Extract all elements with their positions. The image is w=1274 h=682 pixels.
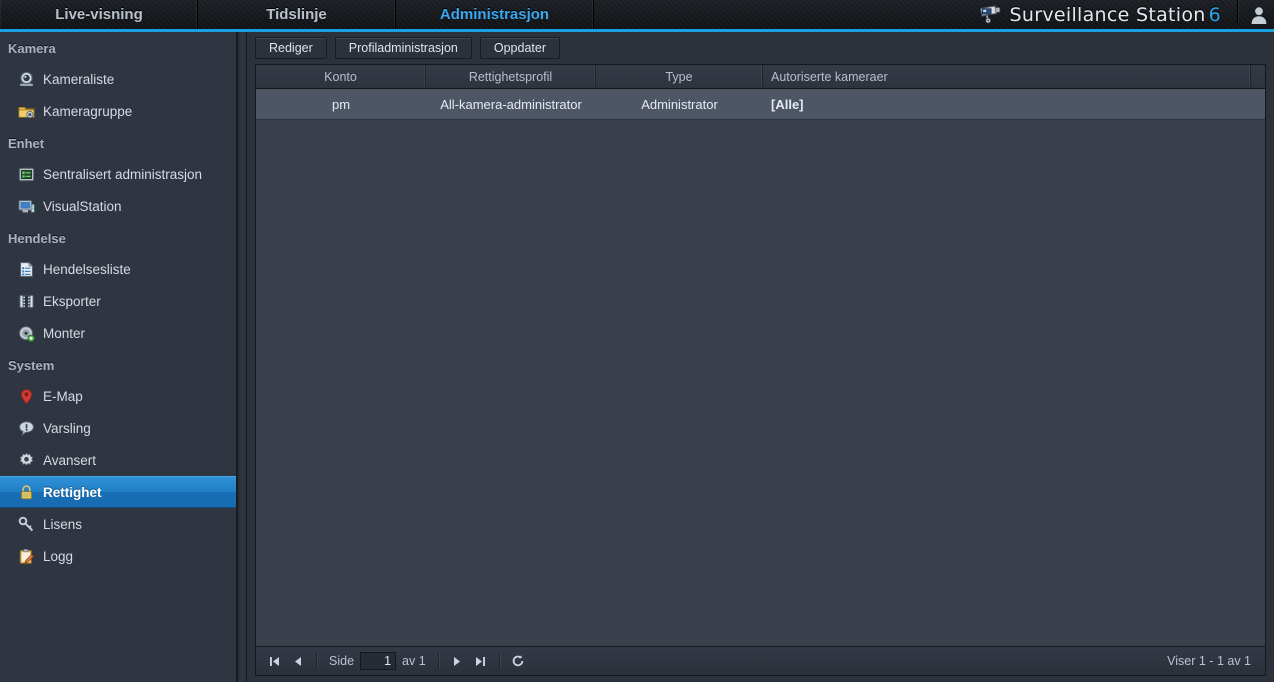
last-page-icon[interactable] xyxy=(469,650,493,672)
sidebar-item-varsling[interactable]: Varsling xyxy=(0,412,236,444)
header-divider xyxy=(1237,0,1238,22)
brand-version: 6 xyxy=(1208,3,1221,26)
top-navigation-bar: Live-visning Tidslinje Administrasjon Su… xyxy=(0,0,1274,32)
table-empty-area xyxy=(256,120,1265,646)
sidebar-item-rettighet[interactable]: Rettighet xyxy=(0,476,236,508)
sidebar-item-label: Kameraliste xyxy=(43,71,115,87)
content-panel: Rediger Profiladministrasjon Oppdater Ko… xyxy=(247,32,1274,682)
tab-label: Live-visning xyxy=(55,6,143,23)
sidebar-item-label: Logg xyxy=(43,548,74,564)
privileges-table: Konto Rettighetsprofil Type Autoriserte … xyxy=(255,64,1266,646)
edit-button[interactable]: Rediger xyxy=(255,37,327,59)
sidebar-item-kameragruppe[interactable]: Kameragruppe xyxy=(0,95,236,127)
server-list-icon xyxy=(18,166,35,183)
column-header-type[interactable]: Type xyxy=(596,65,763,88)
sidebar-item-hendelsesliste[interactable]: Hendelsesliste xyxy=(0,253,236,285)
sidebar-splitter[interactable] xyxy=(237,32,247,682)
page-number-input[interactable] xyxy=(360,652,397,670)
sidebar-item-label: Monter xyxy=(43,325,86,341)
user-account-button[interactable] xyxy=(1244,0,1274,32)
pager-divider xyxy=(316,653,317,669)
sidebar-item-label: Sentralisert administrasjon xyxy=(43,166,203,182)
sidebar-item-label: Avansert xyxy=(43,452,97,468)
tab-tidslinje[interactable]: Tidslinje xyxy=(198,0,396,29)
reload-icon[interactable] xyxy=(506,650,530,672)
tab-administrasjon[interactable]: Administrasjon xyxy=(396,0,594,29)
sidebar-item-sentralisert-administrasjon[interactable]: Sentralisert administrasjon xyxy=(0,158,236,190)
pager-divider xyxy=(437,653,439,669)
lock-icon xyxy=(18,484,35,501)
sidebar-item-e-map[interactable]: E-Map xyxy=(0,380,236,412)
sidebar-item-avansert[interactable]: Avansert xyxy=(0,444,236,476)
map-pin-icon xyxy=(18,388,35,405)
tab-label: Tidslinje xyxy=(266,6,327,23)
previous-page-icon[interactable] xyxy=(286,650,310,672)
sidebar-item-eksporter[interactable]: Eksporter xyxy=(0,285,236,317)
page-label: Side xyxy=(329,654,355,668)
monitor-icon xyxy=(18,198,35,215)
tab-live-visning[interactable]: Live-visning xyxy=(0,0,198,29)
column-header-autoriserte-kameraer[interactable]: Autoriserte kameraer xyxy=(763,65,1251,88)
sidebar-item-label: VisualStation xyxy=(43,198,122,214)
tab-label: Administrasjon xyxy=(439,6,550,23)
cell-type: Administrator xyxy=(641,96,718,112)
cell-filler xyxy=(1251,89,1265,119)
folder-camera-icon xyxy=(18,103,35,120)
cctv-camera-icon xyxy=(978,4,1002,26)
cell-rettighetsprofil: All-kamera-administrator xyxy=(440,96,582,112)
sidebar-item-label: E-Map xyxy=(43,388,83,404)
brand-title: Surveillance Station 6 xyxy=(1009,3,1221,26)
main-body: Kamera Kameraliste Kameragruppe Enhet Se… xyxy=(0,32,1274,682)
cell-autoriserte-kameraer: [Alle] xyxy=(771,96,804,112)
cell-konto: pm xyxy=(331,96,351,112)
camera-icon xyxy=(18,71,35,88)
disc-mount-icon xyxy=(18,325,35,342)
refresh-button[interactable]: Oppdater xyxy=(479,37,560,59)
pager-divider xyxy=(498,653,500,669)
sidebar-navigation: Kamera Kameraliste Kameragruppe Enhet Se… xyxy=(0,32,237,682)
sidebar-item-kameraliste[interactable]: Kameraliste xyxy=(0,63,236,95)
page-total-label: av 1 xyxy=(402,654,426,668)
sidebar-item-visualstation[interactable]: VisualStation xyxy=(0,190,236,222)
sidebar-group-kamera-title: Kamera xyxy=(8,41,56,56)
next-page-icon[interactable] xyxy=(445,650,469,672)
film-strip-icon xyxy=(18,293,35,310)
sidebar-group-enhet-title: Enhet xyxy=(8,136,45,151)
table-header-row: Konto Rettighetsprofil Type Autoriserte … xyxy=(256,65,1265,89)
clipboard-pencil-icon xyxy=(18,548,35,565)
user-avatar-icon xyxy=(1249,5,1269,28)
sidebar-item-lisens[interactable]: Lisens xyxy=(0,508,236,540)
pagination-status: Viser 1 - 1 av 1 xyxy=(1167,654,1251,668)
table-body: pm All-kamera-administrator Administrato… xyxy=(256,89,1265,646)
sidebar-item-label: Eksporter xyxy=(43,293,101,309)
sidebar-item-label: Varsling xyxy=(43,420,91,436)
sidebar-item-label: Kameragruppe xyxy=(43,103,133,119)
first-page-icon[interactable] xyxy=(262,650,286,672)
sidebar-item-label: Lisens xyxy=(43,516,83,532)
column-header-filler xyxy=(1251,65,1265,88)
sidebar-item-logg[interactable]: Logg xyxy=(0,540,236,572)
document-list-icon xyxy=(18,261,35,278)
bottom-strip xyxy=(247,676,1274,682)
column-header-konto[interactable]: Konto xyxy=(256,65,426,88)
brand-area: Surveillance Station 6 xyxy=(978,0,1231,29)
sidebar-group-hendelse-title: Hendelse xyxy=(8,231,66,246)
sidebar-item-label: Rettighet xyxy=(43,484,102,500)
sidebar-item-monter[interactable]: Monter xyxy=(0,317,236,349)
pagination-bar: Side av 1 xyxy=(255,646,1266,676)
sidebar-item-label: Hendelsesliste xyxy=(43,261,131,277)
sidebar-group-system-title: System xyxy=(8,358,55,373)
content-toolbar: Rediger Profiladministrasjon Oppdater xyxy=(247,32,1274,64)
key-icon xyxy=(18,516,35,533)
profile-administration-button[interactable]: Profiladministrasjon xyxy=(334,37,472,59)
table-row[interactable]: pm All-kamera-administrator Administrato… xyxy=(256,89,1265,120)
column-header-rettighetsprofil[interactable]: Rettighetsprofil xyxy=(426,65,596,88)
surveillance-station-window: Live-visning Tidslinje Administrasjon Su… xyxy=(0,0,1274,682)
notification-bubble-icon xyxy=(18,420,35,437)
gear-icon xyxy=(18,452,35,469)
